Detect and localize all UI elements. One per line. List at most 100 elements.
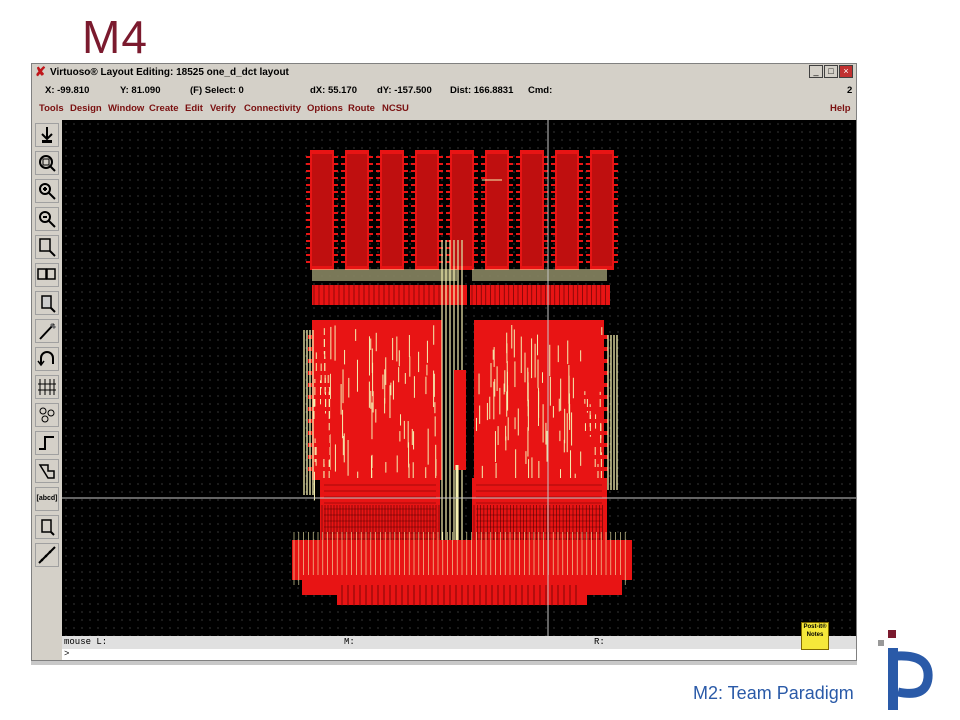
undo-icon[interactable] (35, 347, 59, 371)
menu-create[interactable]: Create (149, 103, 179, 114)
layout-shape (551, 233, 583, 235)
layout-shape (306, 254, 338, 256)
stretch-icon[interactable] (35, 235, 59, 259)
layout-shape (586, 233, 618, 235)
zoom-fit-icon[interactable] (35, 151, 59, 175)
polygon-icon[interactable] (35, 459, 59, 483)
layout-shape (516, 233, 548, 235)
layout-shape (312, 320, 442, 480)
menu-options[interactable]: Options (307, 103, 343, 114)
layout-shape (586, 254, 618, 256)
layout-shape (446, 205, 478, 207)
maximize-button[interactable]: □ (824, 65, 838, 78)
layout-shape (551, 177, 583, 179)
layout-shape (582, 383, 608, 387)
mouse-middle-label: M: (344, 637, 355, 647)
layout-shape (516, 177, 548, 179)
layout-shape (376, 177, 408, 179)
layout-shape (516, 191, 548, 193)
layout-shape (306, 205, 338, 207)
layout-shape (481, 177, 513, 179)
menu-ncsu[interactable]: NCSU (382, 103, 409, 114)
mouse-binding-bar: mouse L: M: R: (62, 636, 856, 649)
delete-icon[interactable] (35, 319, 59, 343)
menu-verify[interactable]: Verify (210, 103, 236, 114)
layout-shape (308, 395, 330, 399)
layout-shape (341, 177, 373, 179)
menu-design[interactable]: Design (70, 103, 102, 114)
layout-shape (306, 170, 338, 172)
layout-shape (586, 163, 618, 165)
command-line[interactable]: > (62, 649, 856, 660)
layout-shape (551, 254, 583, 256)
layout-shape (376, 261, 408, 263)
layout-shape (376, 247, 408, 249)
layout-shape (551, 219, 583, 221)
layout-shape (446, 233, 478, 235)
zoom-out-icon[interactable] (35, 207, 59, 231)
layout-shape (551, 261, 583, 263)
post-it-notes-icon[interactable]: Post-it® Notes (801, 622, 829, 650)
layout-shape (586, 198, 618, 200)
layout-shape (551, 247, 583, 249)
layout-shape (341, 219, 373, 221)
hierarchy-icon[interactable] (35, 403, 59, 427)
layout-shape (481, 240, 513, 242)
layout-shape (446, 219, 478, 221)
layout-shape (411, 177, 443, 179)
layout-shape (411, 205, 443, 207)
layout-shape (446, 163, 478, 165)
taskbar-strip (31, 661, 857, 665)
menu-window[interactable]: Window (108, 103, 144, 114)
layout-shape (470, 285, 610, 305)
layout-shape (586, 240, 618, 242)
path-icon[interactable] (35, 431, 59, 455)
menu-edit[interactable]: Edit (185, 103, 203, 114)
layout-shape (341, 233, 373, 235)
layout-shape (586, 156, 618, 158)
copy-icon[interactable] (35, 263, 59, 287)
layout-shape (306, 177, 338, 179)
label-icon[interactable]: [abcd] (35, 487, 59, 511)
layout-shape (551, 156, 583, 158)
close-button[interactable]: × (839, 65, 853, 78)
layout-shape (446, 191, 478, 193)
move-icon[interactable] (35, 291, 59, 315)
layout-shape (582, 407, 608, 411)
distance-value: Dist: 166.8831 (450, 85, 514, 96)
minimize-button[interactable]: _ (809, 65, 823, 78)
layout-shape (582, 419, 608, 423)
layout-shape (341, 240, 373, 242)
layout-shape (586, 226, 618, 228)
layout-shape (306, 240, 338, 242)
x-coordinate: X: -99.810 (45, 85, 90, 96)
layout-shape (590, 150, 614, 270)
layout-shape (516, 184, 548, 186)
menu-connectivity[interactable]: Connectivity (244, 103, 301, 114)
layout-shape (582, 443, 608, 447)
layout-shape (306, 226, 338, 228)
layout-shape (551, 226, 583, 228)
x-logo-icon: ✘ (35, 64, 46, 79)
layout-shape (582, 395, 608, 399)
layout-shape (582, 359, 608, 363)
menu-help[interactable]: Help (830, 103, 851, 114)
layout-shape (446, 198, 478, 200)
layout-shape (454, 370, 466, 470)
layout-shape (308, 443, 330, 447)
zoom-in-icon[interactable] (35, 179, 59, 203)
layout-shape (481, 261, 513, 263)
menu-tools[interactable]: Tools (39, 103, 64, 114)
layout-shape (586, 170, 618, 172)
layout-shape (516, 240, 548, 242)
coordinate-status-bar: X: -99.810 Y: 81.090 (F) Select: 0 dX: 5… (32, 82, 856, 98)
ruler-icon[interactable] (35, 543, 59, 567)
menu-route[interactable]: Route (348, 103, 375, 114)
properties-icon[interactable] (35, 375, 59, 399)
command-prompt: > (64, 649, 70, 659)
rectangle-icon[interactable] (35, 515, 59, 539)
layout-canvas[interactable] (62, 120, 856, 636)
layout-shape (306, 212, 338, 214)
layout-shape (306, 261, 338, 263)
save-icon[interactable] (35, 123, 59, 147)
